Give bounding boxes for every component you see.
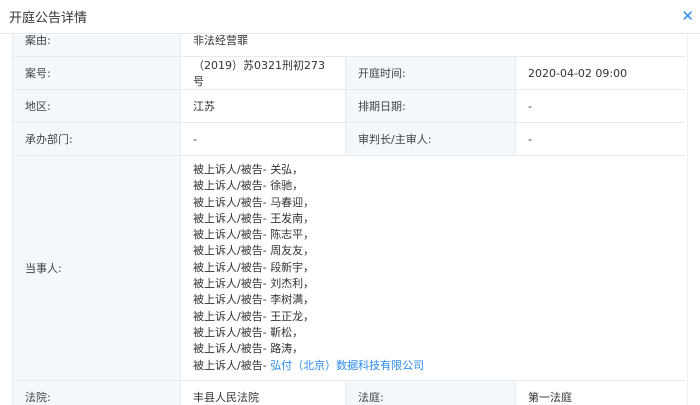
party-item: 被上诉人/被告- 刘杰利， (193, 277, 315, 291)
region-label: 地区: (12, 89, 181, 123)
cause-value: 非法经营罪 (179, 35, 685, 57)
table-row: 当事人: 被上诉人/被告- 关弘， 被上诉人/被告- 徐驰， 被上诉人/被告- 马春… (12, 155, 685, 381)
hearing-time-value: 2020-04-02 09:00 (514, 56, 685, 90)
detail-table-container: 案由: 非法经营罪 案号: （2019）苏0321刑初273号 开庭时间: 20… (12, 35, 685, 405)
party-name: 刘杰利， (270, 277, 315, 291)
party-name: 马春迎， (270, 195, 315, 209)
parties-value: 被上诉人/被告- 关弘， 被上诉人/被告- 徐驰， 被上诉人/被告- 马春迎， 被上诉… (179, 155, 685, 381)
scrollbar[interactable] (687, 35, 700, 405)
courtroom-value: 第一法庭 (514, 379, 685, 405)
party-item: 被上诉人/被告- 李树满， (193, 293, 315, 307)
party-name: 徐驰， (270, 179, 304, 193)
table-row: 承办部门: - 审判长/主审人: - (12, 122, 685, 156)
party-item: 被上诉人/被告- 马春迎， (193, 195, 315, 209)
court-value: 丰县人民法院 (180, 379, 346, 405)
party-item: 被上诉人/被告- 关弘， (193, 163, 304, 176)
company-link[interactable]: 弘付（北京）数据科技有限公司 (270, 359, 424, 372)
judge-value: - (514, 122, 685, 156)
parties-label: 当事人: (12, 155, 181, 381)
table-row: 法院: 丰县人民法院 法庭: 第一法庭 (12, 379, 685, 405)
courtroom-label: 法庭: (345, 379, 516, 405)
party-item: 被上诉人/被告- 陈志平， (193, 228, 315, 242)
judge-label: 审判长/主审人: (345, 122, 516, 156)
cause-label: 案由: (12, 35, 181, 57)
department-value: - (180, 122, 346, 156)
party-item: 被上诉人/被告- 周友友， (193, 244, 315, 258)
court-label: 法院: (12, 379, 181, 405)
table-row: 地区: 江苏 排期日期: - (12, 89, 685, 123)
case-no-label: 案号: (12, 56, 181, 90)
party-item: 被上诉人/被告- 靳松， (193, 325, 304, 339)
party-name: 关弘， (270, 163, 304, 176)
party-item: 被上诉人/被告- 段新宇， (193, 260, 315, 274)
table-row: 案由: 非法经营罪 (12, 35, 685, 57)
party-name: 段新宇， (270, 260, 315, 274)
party-name: 靳松， (270, 325, 304, 339)
close-icon[interactable]: ✕ (681, 7, 694, 25)
party-name: 李树满， (270, 293, 315, 307)
case-no-value: （2019）苏0321刑初273号 (180, 56, 346, 90)
dialog-title: 开庭公告详情 (9, 11, 88, 26)
party-item: 被上诉人/被告- 王发南， (193, 211, 315, 225)
party-item: 被上诉人/被告- 徐驰， (193, 179, 304, 193)
region-value: 江苏 (180, 89, 346, 123)
department-label: 承办部门: (12, 122, 181, 156)
party-name: 路涛， (270, 342, 304, 356)
party-name: 王正龙， (270, 309, 315, 323)
table-row: 案号: （2019）苏0321刑初273号 开庭时间: 2020-04-02 0… (12, 56, 685, 90)
detail-table: 案由: 非法经营罪 案号: （2019）苏0321刑初273号 开庭时间: 20… (12, 35, 685, 405)
party-item: 被上诉人/被告- 弘付（北京）数据科技有限公司 (193, 358, 425, 372)
party-name: 周友友， (270, 244, 315, 258)
schedule-date-value: - (514, 89, 685, 123)
party-item: 被上诉人/被告- 路涛， (193, 342, 304, 356)
party-name: 王发南， (270, 211, 315, 225)
party-name: 陈志平， (270, 228, 315, 242)
schedule-date-label: 排期日期: (345, 89, 516, 123)
party-item: 被上诉人/被告- 王正龙， (193, 309, 315, 323)
dialog-header: 开庭公告详情 ✕ (0, 0, 700, 34)
hearing-time-label: 开庭时间: (345, 56, 516, 90)
